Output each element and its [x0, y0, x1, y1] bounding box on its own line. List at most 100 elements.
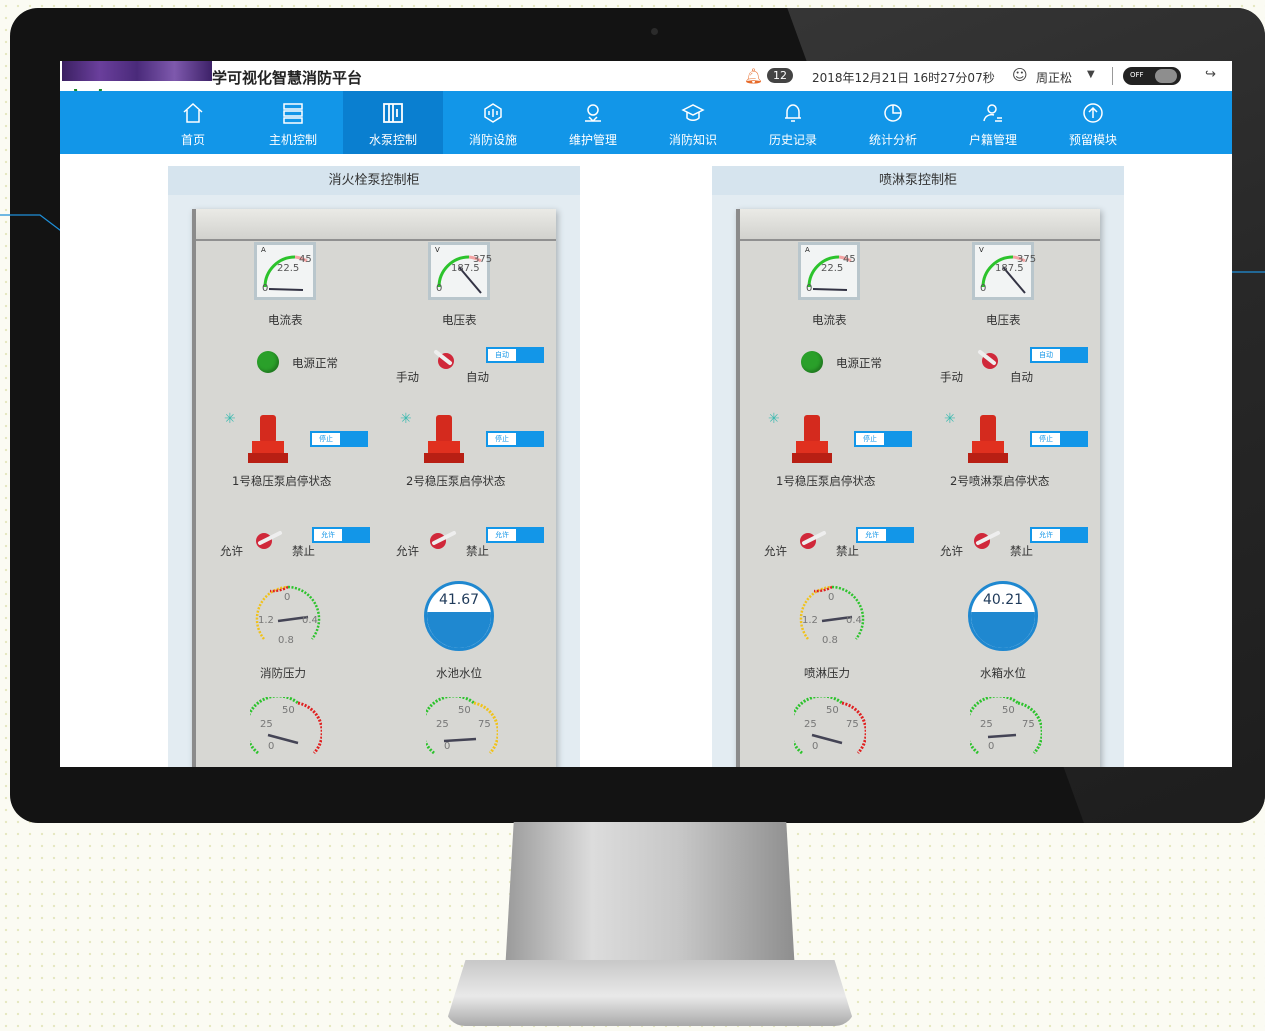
ammeter-label: 电流表 — [268, 313, 303, 327]
power-status-label: 电源正常 — [292, 356, 338, 370]
forbid-label: 禁止 — [292, 544, 315, 558]
nav-reserved[interactable]: 预留模块 — [1043, 91, 1143, 154]
nav-home[interactable]: 首页 — [143, 91, 243, 154]
unit-label: A — [805, 246, 810, 254]
location-icon — [585, 104, 601, 123]
water-fill — [971, 612, 1035, 648]
tick-max: 375 — [1017, 254, 1037, 265]
tick-max: 45 — [299, 254, 312, 265]
allow-label: 允许 — [764, 544, 787, 558]
cabinet-top — [740, 209, 1100, 241]
fan-icon: ✳ — [224, 411, 236, 427]
gauge-tick: 50 — [826, 705, 839, 716]
nav-host-control[interactable]: 主机控制 — [243, 91, 343, 154]
gauge-tick: 0.4 — [846, 615, 862, 626]
datetime: 2018年12月21日 16时27分07秒 — [812, 71, 995, 85]
pump1-switch[interactable]: 停止 — [854, 431, 912, 447]
user-icon[interactable]: ☺ — [1012, 66, 1028, 84]
alarm-count-badge[interactable]: 12 — [767, 68, 793, 83]
allow-label: 允许 — [220, 544, 243, 558]
tick-zero: 0 — [980, 283, 987, 294]
allow1-switch[interactable]: 允许 — [856, 527, 914, 543]
nav-label: 首页 — [180, 133, 205, 147]
logout-icon[interactable]: ↪ — [1205, 67, 1216, 82]
tick-zero: 0 — [436, 283, 443, 294]
monitor-stand-neck — [505, 822, 795, 972]
camera — [651, 28, 658, 35]
gauge-tick: 25 — [436, 719, 449, 730]
allow-knob-icon[interactable] — [428, 527, 458, 551]
mode-switch[interactable]: 自动 — [1030, 347, 1088, 363]
voltmeter: V 187.5 375 0 — [972, 242, 1037, 300]
pump1-label: 1号稳压泵启停状态 — [776, 474, 876, 488]
allow1-switch[interactable]: 允许 — [312, 527, 370, 543]
tick-max: 45 — [843, 254, 856, 265]
manual-label: 手动 — [396, 370, 419, 384]
unit-label: V — [435, 246, 440, 254]
gauge-tick: 0.4 — [302, 615, 318, 626]
voltmeter-label: 电压表 — [986, 313, 1021, 327]
switch-label: 自动 — [488, 349, 516, 361]
nav-label: 统计分析 — [868, 133, 917, 147]
gauge-tick: 0.8 — [822, 635, 838, 646]
water-level-tank: 40.21 — [968, 581, 1038, 651]
water-level-tank: 41.67 — [424, 581, 494, 651]
nav-pump-control[interactable]: 水泵控制 — [343, 91, 443, 154]
control-cabinet: A 22.5 45 0 电流表 V 187.5 375 0 电压表 电源正常 手… — [192, 209, 556, 767]
allow2-switch[interactable]: 允许 — [486, 527, 544, 543]
bell-outline-icon — [785, 104, 801, 122]
monitor-stand-base — [445, 960, 855, 1026]
main-nav: 首页 主机控制 水泵控制 消防设施 维护管理 消防知识 历史记录 统计分析 户籍… — [60, 91, 1232, 154]
switch-label: 停止 — [312, 433, 340, 445]
pressure-label: 消防压力 — [260, 666, 306, 680]
nav-knowledge[interactable]: 消防知识 — [643, 91, 743, 154]
panel-title: 喷淋泵控制柜 — [712, 166, 1124, 195]
unit-label: V — [979, 246, 984, 254]
nav-history[interactable]: 历史记录 — [743, 91, 843, 154]
gauge-tick: 0 — [988, 741, 995, 752]
mode-switch[interactable]: 自动 — [486, 347, 544, 363]
nav-household[interactable]: 户籍管理 — [943, 91, 1043, 154]
nav-maintenance[interactable]: 维护管理 — [543, 91, 643, 154]
gauge-tick: 75 — [478, 719, 491, 730]
chevron-down-icon[interactable]: ▼ — [1087, 69, 1095, 80]
pump-control-icon — [383, 103, 403, 123]
allow-knob-icon[interactable] — [798, 527, 828, 551]
pump2-switch[interactable]: 停止 — [486, 431, 544, 447]
tick-zero: 0 — [806, 283, 813, 294]
mode-toggle[interactable]: OFF — [1123, 67, 1181, 85]
power-status-led — [801, 351, 823, 373]
facility-icon — [484, 103, 502, 123]
toggle-label: OFF — [1130, 71, 1144, 79]
forbid-label: 禁止 — [836, 544, 859, 558]
pump1-switch[interactable]: 停止 — [310, 431, 368, 447]
switch-label: 允许 — [1032, 529, 1060, 541]
gauge-tick: 25 — [260, 719, 273, 730]
allow-knob-icon[interactable] — [972, 527, 1002, 551]
nav-label: 消防知识 — [668, 133, 717, 147]
mode-knob-icon[interactable] — [974, 347, 1004, 371]
tick-mid: 22.5 — [277, 263, 300, 274]
allow-label: 允许 — [940, 544, 963, 558]
switch-label: 允许 — [314, 529, 342, 541]
gauge-tick: 50 — [282, 705, 295, 716]
allow-knob-icon[interactable] — [254, 527, 284, 551]
ammeter: A 22.5 45 0 — [254, 242, 316, 300]
water-level-value: 41.67 — [438, 592, 480, 608]
pump2-switch[interactable]: 停止 — [1030, 431, 1088, 447]
nav-statistics[interactable]: 统计分析 — [843, 91, 943, 154]
power-status-label: 电源正常 — [836, 356, 882, 370]
switch-label: 自动 — [1032, 349, 1060, 361]
gauge-tick: 25 — [804, 719, 817, 730]
tick-zero: 0 — [262, 283, 269, 294]
username[interactable]: 周正松 — [1036, 69, 1072, 86]
alarm-bell-icon[interactable]: 🔔︎ — [744, 67, 763, 85]
unit-label: A — [261, 246, 266, 254]
gauge-tick: 50 — [458, 705, 471, 716]
pressure-label: 喷淋压力 — [804, 666, 850, 680]
nav-facilities[interactable]: 消防设施 — [443, 91, 543, 154]
top-bar: 学可视化智慧消防平台 🔔︎ 12 2018年12月21日 16时27分07秒 ☺… — [60, 61, 1232, 103]
mode-knob-icon[interactable] — [430, 347, 460, 371]
allow2-switch[interactable]: 允许 — [1030, 527, 1088, 543]
nav-label: 预留模块 — [1068, 133, 1117, 147]
